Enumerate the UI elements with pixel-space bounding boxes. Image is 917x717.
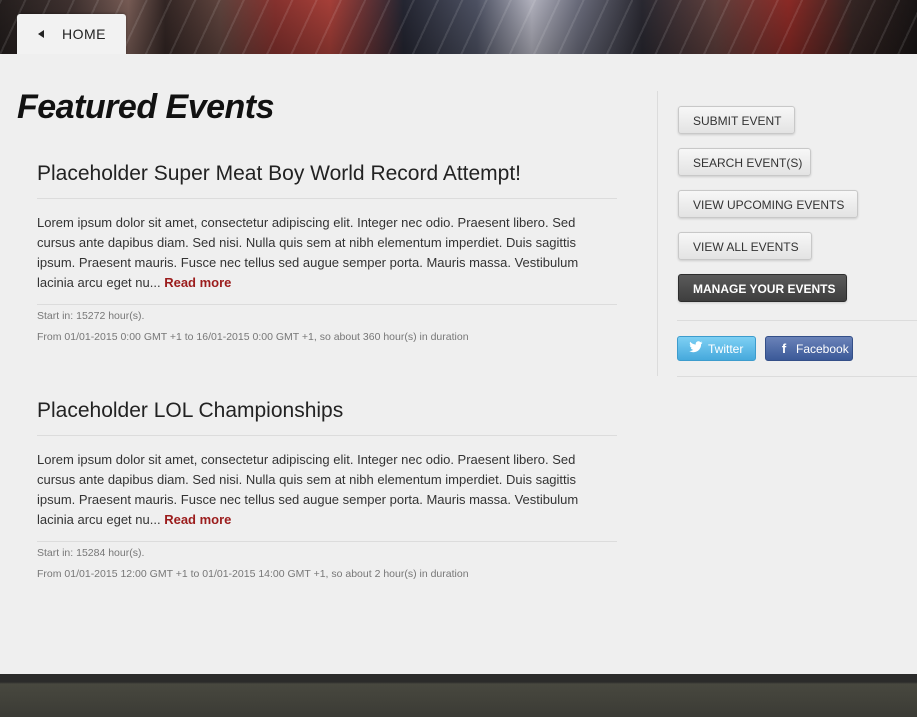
event-start-in: Start in: 15284 hour(s). xyxy=(37,547,145,559)
twitter-bird-icon xyxy=(685,341,707,356)
event-duration: From 01/01-2015 12:00 GMT +1 to 01/01-20… xyxy=(37,568,469,580)
event-description-text: Lorem ipsum dolor sit amet, consectetur … xyxy=(37,452,579,527)
facebook-label: Facebook xyxy=(796,341,849,356)
event-item: Placeholder Super Meat Boy World Record … xyxy=(37,161,617,347)
event-start-in: Start in: 15272 hour(s). xyxy=(37,310,145,322)
sidebar-separator xyxy=(677,320,917,321)
event-title[interactable]: Placeholder LOL Championships xyxy=(37,398,617,436)
main-content: Featured Events Placeholder Super Meat B… xyxy=(0,54,917,674)
sidebar-divider xyxy=(657,91,658,376)
home-label: HOME xyxy=(62,26,106,42)
event-item: Placeholder LOL Championships Lorem ipsu… xyxy=(37,398,617,584)
view-upcoming-events-button[interactable]: VIEW UPCOMING EVENTS xyxy=(678,190,858,218)
search-events-button[interactable]: SEARCH EVENT(S) xyxy=(678,148,811,176)
event-duration: From 01/01-2015 0:00 GMT +1 to 16/01-201… xyxy=(37,331,469,343)
event-description: Lorem ipsum dolor sit amet, consectetur … xyxy=(37,450,617,542)
footer xyxy=(0,674,917,717)
facebook-f-icon: f xyxy=(781,341,787,356)
event-title[interactable]: Placeholder Super Meat Boy World Record … xyxy=(37,161,617,199)
read-more-link[interactable]: Read more xyxy=(164,275,231,290)
home-button[interactable]: HOME xyxy=(17,14,126,54)
banner-image xyxy=(0,0,917,54)
twitter-label: Twitter xyxy=(708,341,744,356)
header-banner: HOME xyxy=(0,0,917,54)
twitter-button[interactable]: Twitter xyxy=(677,336,756,361)
read-more-link[interactable]: Read more xyxy=(164,512,231,527)
facebook-button[interactable]: f Facebook xyxy=(765,336,853,361)
submit-event-button[interactable]: SUBMIT EVENT xyxy=(678,106,795,134)
sidebar-separator xyxy=(677,376,917,377)
back-arrow-icon xyxy=(38,30,44,38)
view-all-events-button[interactable]: VIEW ALL EVENTS xyxy=(678,232,812,260)
manage-your-events-button[interactable]: MANAGE YOUR EVENTS xyxy=(678,274,847,302)
page-title: Featured Events xyxy=(17,88,275,126)
event-description-text: Lorem ipsum dolor sit amet, consectetur … xyxy=(37,215,579,290)
event-description: Lorem ipsum dolor sit amet, consectetur … xyxy=(37,213,617,305)
